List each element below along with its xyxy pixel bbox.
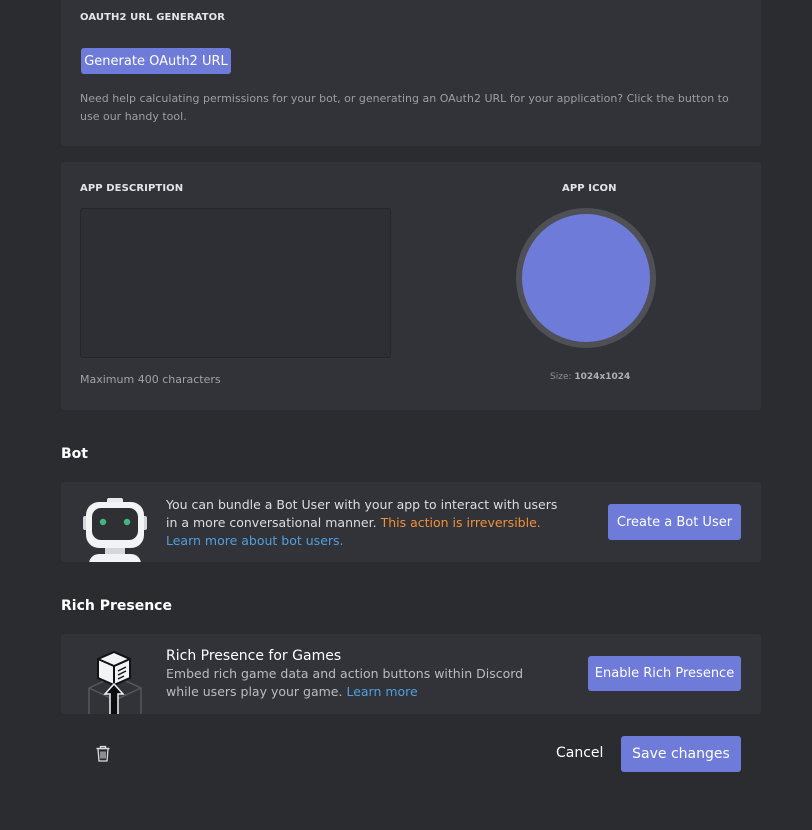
rich-presence-description: Rich Presence for Games Embed rich game … bbox=[166, 647, 546, 701]
app-icon-size-note: Size: 1024x1024 bbox=[550, 372, 630, 382]
enable-rich-presence-button[interactable]: Enable Rich Presence bbox=[588, 656, 741, 691]
app-info-card: APP DESCRIPTION Maximum 400 characters A… bbox=[61, 162, 761, 410]
trash-icon[interactable] bbox=[95, 745, 111, 762]
oauth2-help-text: Need help calculating permissions for yo… bbox=[80, 92, 729, 123]
bot-learn-more-link[interactable]: Learn more about bot users. bbox=[166, 533, 344, 548]
rich-presence-title: Rich Presence for Games bbox=[166, 648, 342, 664]
generate-oauth2-url-button[interactable]: Generate OAuth2 URL bbox=[81, 48, 231, 74]
robot-icon bbox=[83, 498, 147, 562]
save-changes-button[interactable]: Save changes bbox=[621, 736, 741, 772]
app-icon-uploader[interactable] bbox=[516, 208, 656, 348]
bot-warning-text: This action is irreversible. bbox=[380, 515, 541, 530]
oauth2-generator-card: OAUTH2 URL GENERATOR Generate OAuth2 URL… bbox=[61, 0, 761, 146]
cancel-button[interactable]: Cancel bbox=[556, 745, 603, 761]
rich-presence-text: Embed rich game data and action buttons … bbox=[166, 666, 524, 699]
bot-section-title: Bot bbox=[61, 446, 88, 462]
bot-description: You can bundle a Bot User with your app … bbox=[166, 496, 566, 550]
rich-presence-section-title: Rich Presence bbox=[61, 598, 172, 614]
app-icon-image bbox=[522, 214, 650, 342]
game-cube-icon bbox=[88, 650, 142, 714]
app-icon-size-value: 1024x1024 bbox=[574, 372, 631, 382]
rich-presence-learn-more-link[interactable]: Learn more bbox=[346, 684, 417, 699]
app-description-hint: Maximum 400 characters bbox=[80, 373, 221, 386]
create-bot-user-button[interactable]: Create a Bot User bbox=[608, 504, 741, 540]
oauth2-heading: OAUTH2 URL GENERATOR bbox=[80, 12, 226, 23]
app-description-input[interactable] bbox=[80, 208, 391, 358]
app-icon-size-label: Size: bbox=[550, 372, 572, 382]
app-icon-heading: APP ICON bbox=[562, 183, 617, 194]
bot-card: You can bundle a Bot User with your app … bbox=[61, 482, 761, 562]
rich-presence-card: Rich Presence for Games Embed rich game … bbox=[61, 634, 761, 714]
app-description-heading: APP DESCRIPTION bbox=[80, 183, 184, 194]
